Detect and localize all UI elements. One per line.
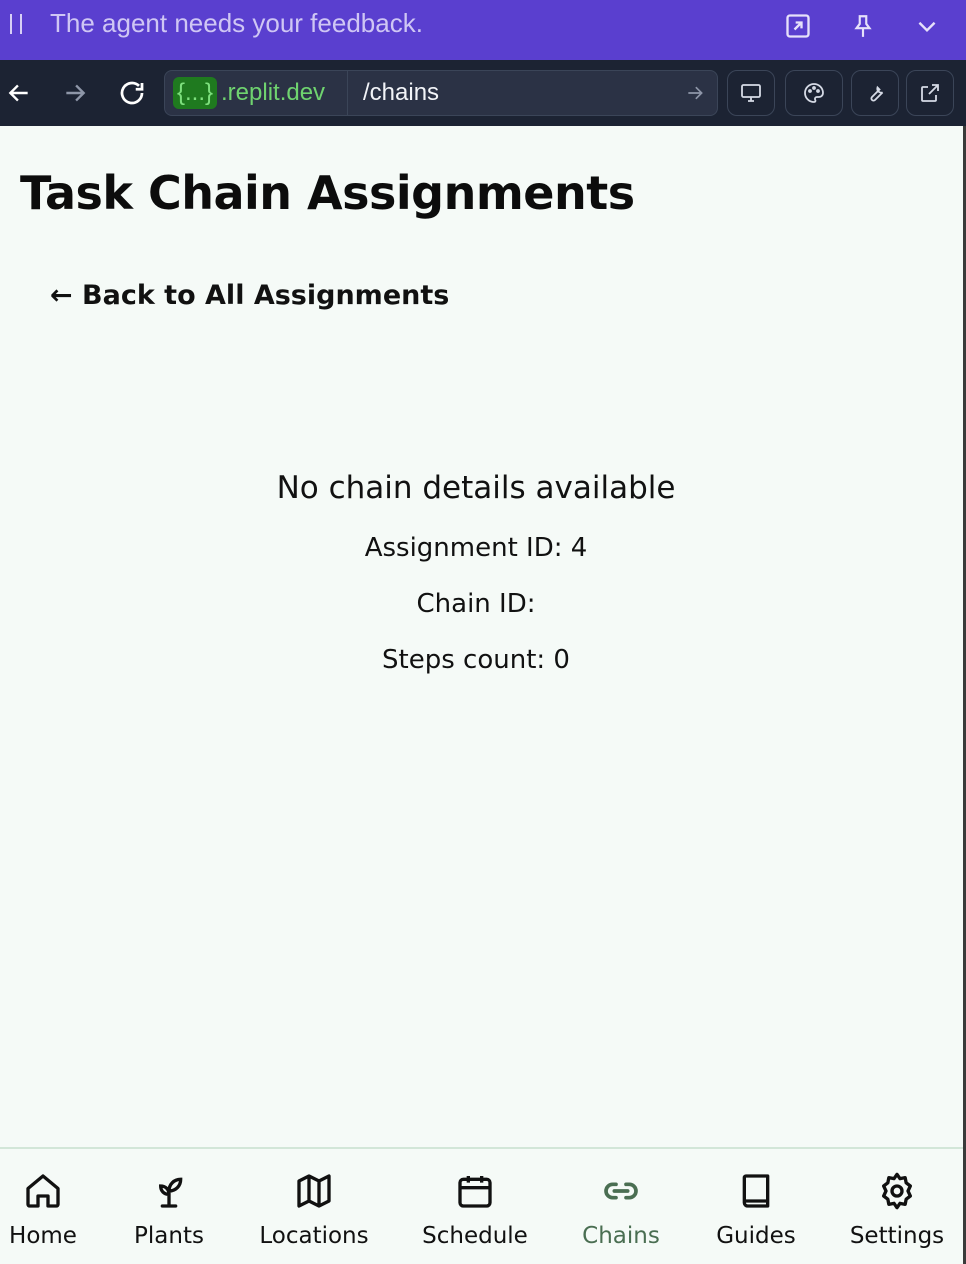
assignment-id-text: Assignment ID: 4 xyxy=(364,533,588,563)
nav-item-label: Home xyxy=(9,1223,77,1249)
expand-icon[interactable] xyxy=(782,10,814,42)
empty-state-message: No chain details available xyxy=(276,470,676,506)
agent-banner-message: The agent needs your feedback. xyxy=(50,8,423,38)
nav-item-schedule[interactable]: Schedule xyxy=(410,1171,540,1249)
home-icon xyxy=(26,1174,60,1208)
nav-item-label: Schedule xyxy=(422,1223,528,1249)
reload-icon[interactable] xyxy=(115,76,149,110)
palette-icon xyxy=(804,83,824,103)
agent-feedback-banner: The agent needs your feedback. xyxy=(0,0,966,60)
back-to-assignments-link[interactable]: ← Back to All Assignments xyxy=(50,280,449,311)
url-divider xyxy=(347,71,348,115)
nav-item-settings[interactable]: Settings xyxy=(832,1171,962,1249)
open-external-button[interactable] xyxy=(906,70,954,116)
devtools-button[interactable] xyxy=(851,70,899,116)
steps-count-text: Steps count: 0 xyxy=(382,645,570,675)
theme-button[interactable] xyxy=(785,70,843,116)
chevron-down-icon[interactable] xyxy=(911,10,943,42)
monitor-icon xyxy=(741,84,761,102)
address-bar[interactable]: {...} .replit.dev /chains xyxy=(164,70,718,116)
link-icon xyxy=(604,1182,638,1200)
browser-toolbar: {...} .replit.dev /chains xyxy=(0,60,966,126)
forward-arrow-icon[interactable] xyxy=(58,76,92,110)
url-path[interactable]: /chains xyxy=(363,77,439,109)
nav-item-guides[interactable]: Guides xyxy=(691,1171,821,1249)
wrench-icon xyxy=(870,85,884,102)
calendar-icon xyxy=(458,1176,492,1208)
external-link-icon xyxy=(921,84,939,102)
book-icon xyxy=(742,1174,770,1208)
domain-suffix: .replit.dev xyxy=(221,79,326,106)
nav-item-chains[interactable]: Chains xyxy=(556,1171,686,1249)
domain-badge: {...} xyxy=(173,77,218,109)
sprout-icon xyxy=(158,1177,183,1208)
nav-item-label: Settings xyxy=(849,1223,945,1249)
nav-item-plants[interactable]: Plants xyxy=(104,1171,234,1249)
nav-item-label: Guides xyxy=(716,1223,796,1249)
nav-item-home[interactable]: Home xyxy=(0,1171,108,1249)
back-arrow-icon[interactable] xyxy=(2,76,36,110)
map-icon xyxy=(297,1174,331,1208)
monitor-button[interactable] xyxy=(727,70,775,116)
chain-id-text: Chain ID: xyxy=(416,589,536,619)
bottom-navigation: Home Plants Locations Schedule Chains Gu… xyxy=(0,1147,963,1264)
nav-item-locations[interactable]: Locations xyxy=(249,1171,379,1249)
go-arrow-icon[interactable] xyxy=(685,83,705,103)
drag-handle-icon[interactable] xyxy=(10,14,24,34)
nav-item-label: Locations xyxy=(259,1223,369,1249)
page-title: Task Chain Assignments xyxy=(20,166,635,220)
gear-icon xyxy=(882,1172,912,1210)
nav-item-label: Plants xyxy=(134,1223,204,1249)
pin-icon[interactable] xyxy=(847,10,879,42)
nav-item-label: Chains xyxy=(582,1223,660,1249)
